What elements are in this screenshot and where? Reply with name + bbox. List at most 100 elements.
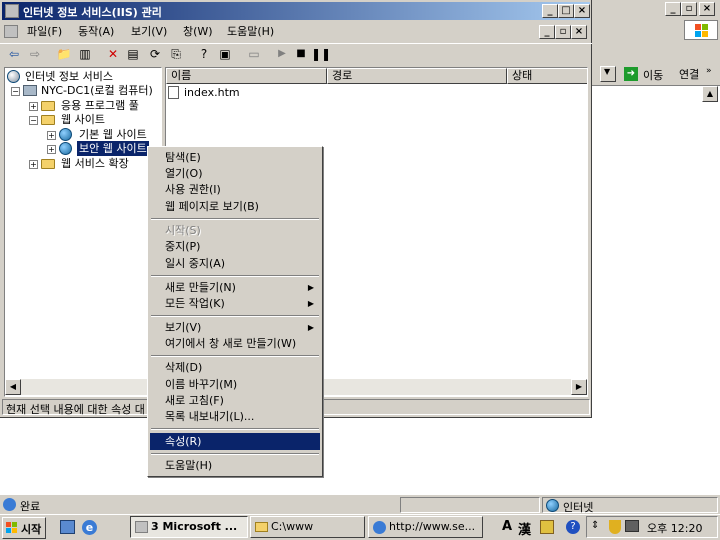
ctx-properties[interactable]: 속성(R) bbox=[150, 433, 320, 450]
show-tree-icon[interactable]: ▥ bbox=[76, 45, 94, 63]
ctx-new[interactable]: 새로 만들기(N) ▶ bbox=[150, 279, 320, 296]
taskbar-button-explorer[interactable]: C:\www bbox=[250, 516, 365, 538]
iis-title-text: 인터넷 정보 서비스(IIS) 관리 bbox=[23, 6, 162, 19]
menu-window[interactable]: 창(W) bbox=[178, 23, 218, 41]
child-restore-button[interactable]: ▫ bbox=[555, 25, 571, 39]
show-hide-action-pane-icon[interactable]: ▣ bbox=[216, 45, 234, 63]
back-arrow-icon[interactable]: ⇦ bbox=[5, 45, 23, 63]
menu-help[interactable]: 도움말(H) bbox=[222, 23, 279, 41]
expand-app-pools-icon[interactable]: + bbox=[29, 102, 38, 111]
ime-mode-hanja[interactable]: 漢 bbox=[518, 519, 531, 538]
context-menu: 탐색(E) 열기(O) 사용 권한(I) 웹 페이지로 보기(B) 시작(S) … bbox=[147, 146, 323, 477]
ctx-separator bbox=[151, 275, 319, 277]
submenu-arrow-icon: ▶ bbox=[307, 283, 314, 292]
browser-status-bar: 완료 인터넷 bbox=[0, 496, 720, 514]
expand-web-service-ext-icon[interactable]: + bbox=[29, 160, 38, 169]
submenu-arrow-icon: ▶ bbox=[307, 323, 314, 332]
ctx-open[interactable]: 열기(O) bbox=[150, 165, 320, 182]
iis-root-icon bbox=[7, 70, 20, 83]
windows-flag-icon bbox=[695, 24, 709, 37]
column-header-path[interactable]: 경로 bbox=[327, 68, 507, 84]
tree-scroll-left[interactable]: ◀ bbox=[5, 379, 21, 395]
browser-status-text: 완료 bbox=[20, 500, 41, 513]
ctx-all-tasks[interactable]: 모든 작업(K) ▶ bbox=[150, 295, 320, 312]
browser-restore-button[interactable]: ▫ bbox=[681, 2, 697, 16]
tray-shield-icon[interactable] bbox=[609, 520, 621, 534]
child-minimize-button[interactable]: _ bbox=[539, 25, 555, 39]
tree-pane: 인터넷 정보 서비스 − NYC-DC1(로컬 컴퓨터) + 응용 프로그램 풀… bbox=[4, 67, 162, 397]
default-site-globe-icon bbox=[59, 128, 72, 141]
up-folder-icon[interactable]: 📁 bbox=[55, 45, 73, 63]
tray-arrow-icon[interactable]: ⇕ bbox=[591, 520, 599, 531]
start-play-icon[interactable]: ▶ bbox=[273, 45, 291, 63]
tray-clock[interactable]: 오후 12:20 bbox=[647, 520, 702, 536]
ctx-permissions[interactable]: 사용 권한(I) bbox=[150, 181, 320, 198]
collapse-server-icon[interactable]: − bbox=[11, 87, 20, 96]
child-close-button[interactable]: × bbox=[571, 25, 587, 39]
tree-label-iis: 인터넷 정보 서비스 bbox=[25, 70, 113, 83]
zone-text: 인터넷 bbox=[563, 501, 594, 514]
ctx-help[interactable]: 도움말(H) bbox=[150, 457, 320, 474]
ctx-separator bbox=[151, 218, 319, 220]
properties-icon[interactable]: ▤ bbox=[124, 45, 142, 63]
ctx-new-window-from-here[interactable]: 여기에서 창 새로 만들기(W) bbox=[150, 335, 320, 352]
ctx-separator bbox=[151, 453, 319, 455]
language-bar: A 漢 ? bbox=[500, 517, 580, 538]
taskbar-button-mmc[interactable]: 3 Microsoft ... bbox=[130, 516, 248, 538]
start-button[interactable]: 시작 bbox=[2, 517, 46, 539]
collapse-web-sites-icon[interactable]: − bbox=[29, 116, 38, 125]
ctx-start: 시작(S) bbox=[165, 224, 201, 237]
list-scroll-right[interactable]: ▶ bbox=[571, 379, 587, 395]
ctx-rename[interactable]: 이름 바꾸기(M) bbox=[150, 376, 320, 393]
ctx-pause[interactable]: 일시 중지(A) bbox=[150, 255, 320, 272]
quicklaunch-desktop-icon[interactable] bbox=[60, 520, 75, 534]
links-label[interactable]: 연결 bbox=[679, 66, 699, 82]
ctx-stop[interactable]: 중지(P) bbox=[150, 238, 320, 255]
taskbar-button-ie[interactable]: http://www.se... bbox=[368, 516, 483, 538]
menu-file[interactable]: 파일(F) bbox=[22, 23, 67, 41]
ime-toolbar-icon[interactable] bbox=[540, 520, 554, 534]
iis-close-button[interactable]: × bbox=[574, 4, 590, 18]
refresh-icon[interactable]: ⟳ bbox=[146, 45, 164, 63]
ctx-explore[interactable]: 탐색(E) bbox=[150, 149, 320, 166]
ime-mode-a[interactable]: A bbox=[502, 519, 512, 534]
column-header-name[interactable]: 이름 bbox=[166, 68, 327, 84]
quicklaunch-ie-icon[interactable]: e bbox=[82, 520, 97, 535]
pause-icon[interactable]: ❚❚ bbox=[311, 45, 331, 63]
iis-title-bar[interactable]: 인터넷 정보 서비스(IIS) 관리 _ □ × bbox=[2, 2, 590, 20]
browser-minimize-button[interactable]: _ bbox=[665, 2, 681, 16]
menu-action[interactable]: 동작(A) bbox=[73, 23, 119, 41]
browser-scrollbar-up[interactable]: ▲ bbox=[702, 86, 718, 102]
ctx-refresh[interactable]: 새로 고침(F) bbox=[150, 392, 320, 409]
ctx-delete[interactable]: 삭제(D) bbox=[150, 359, 320, 376]
tree-horizontal-scrollbar[interactable]: ◀ bbox=[5, 379, 161, 395]
expand-default-site-icon[interactable]: + bbox=[47, 131, 56, 140]
stop-icon[interactable]: ■ bbox=[292, 45, 310, 63]
help-circle-icon[interactable]: ? bbox=[566, 520, 580, 534]
console-icon bbox=[4, 25, 18, 38]
expand-secure-site-icon[interactable]: + bbox=[47, 145, 56, 154]
help-icon[interactable]: ? bbox=[195, 45, 213, 63]
go-label: 이동 bbox=[643, 69, 664, 82]
export-list-icon[interactable]: ⎘ bbox=[167, 45, 185, 63]
ctx-browse[interactable]: 웹 페이지로 보기(B) bbox=[150, 198, 320, 215]
links-chevron-icon[interactable]: » bbox=[706, 66, 712, 76]
iis-menu-bar: 파일(F) 동작(A) 보기(V) 창(W) 도움말(H) _ ▫ × bbox=[0, 22, 592, 42]
iis-minimize-button[interactable]: _ bbox=[542, 4, 558, 18]
computer-icon[interactable]: ▭ bbox=[245, 45, 263, 63]
ctx-export-list[interactable]: 목록 내보내기(L)... bbox=[150, 408, 320, 425]
column-header-status[interactable]: 상태 bbox=[507, 68, 587, 84]
menu-view[interactable]: 보기(V) bbox=[126, 23, 172, 41]
tray-network-icon[interactable] bbox=[625, 520, 639, 532]
iis-maximize-button[interactable]: □ bbox=[558, 4, 574, 18]
mmc-taskbar-icon bbox=[135, 521, 148, 533]
ie-page-icon bbox=[3, 498, 16, 511]
address-dropdown[interactable]: ▼ bbox=[600, 66, 616, 82]
ctx-view[interactable]: 보기(V) ▶ bbox=[150, 319, 320, 336]
browser-close-button[interactable]: × bbox=[699, 2, 715, 16]
internet-zone-icon bbox=[546, 499, 559, 512]
delete-icon[interactable]: ✕ bbox=[104, 45, 122, 63]
go-button[interactable]: ➜ 이동 bbox=[622, 66, 672, 83]
forward-arrow-icon[interactable]: ⇨ bbox=[26, 45, 44, 63]
ctx-separator bbox=[151, 315, 319, 317]
